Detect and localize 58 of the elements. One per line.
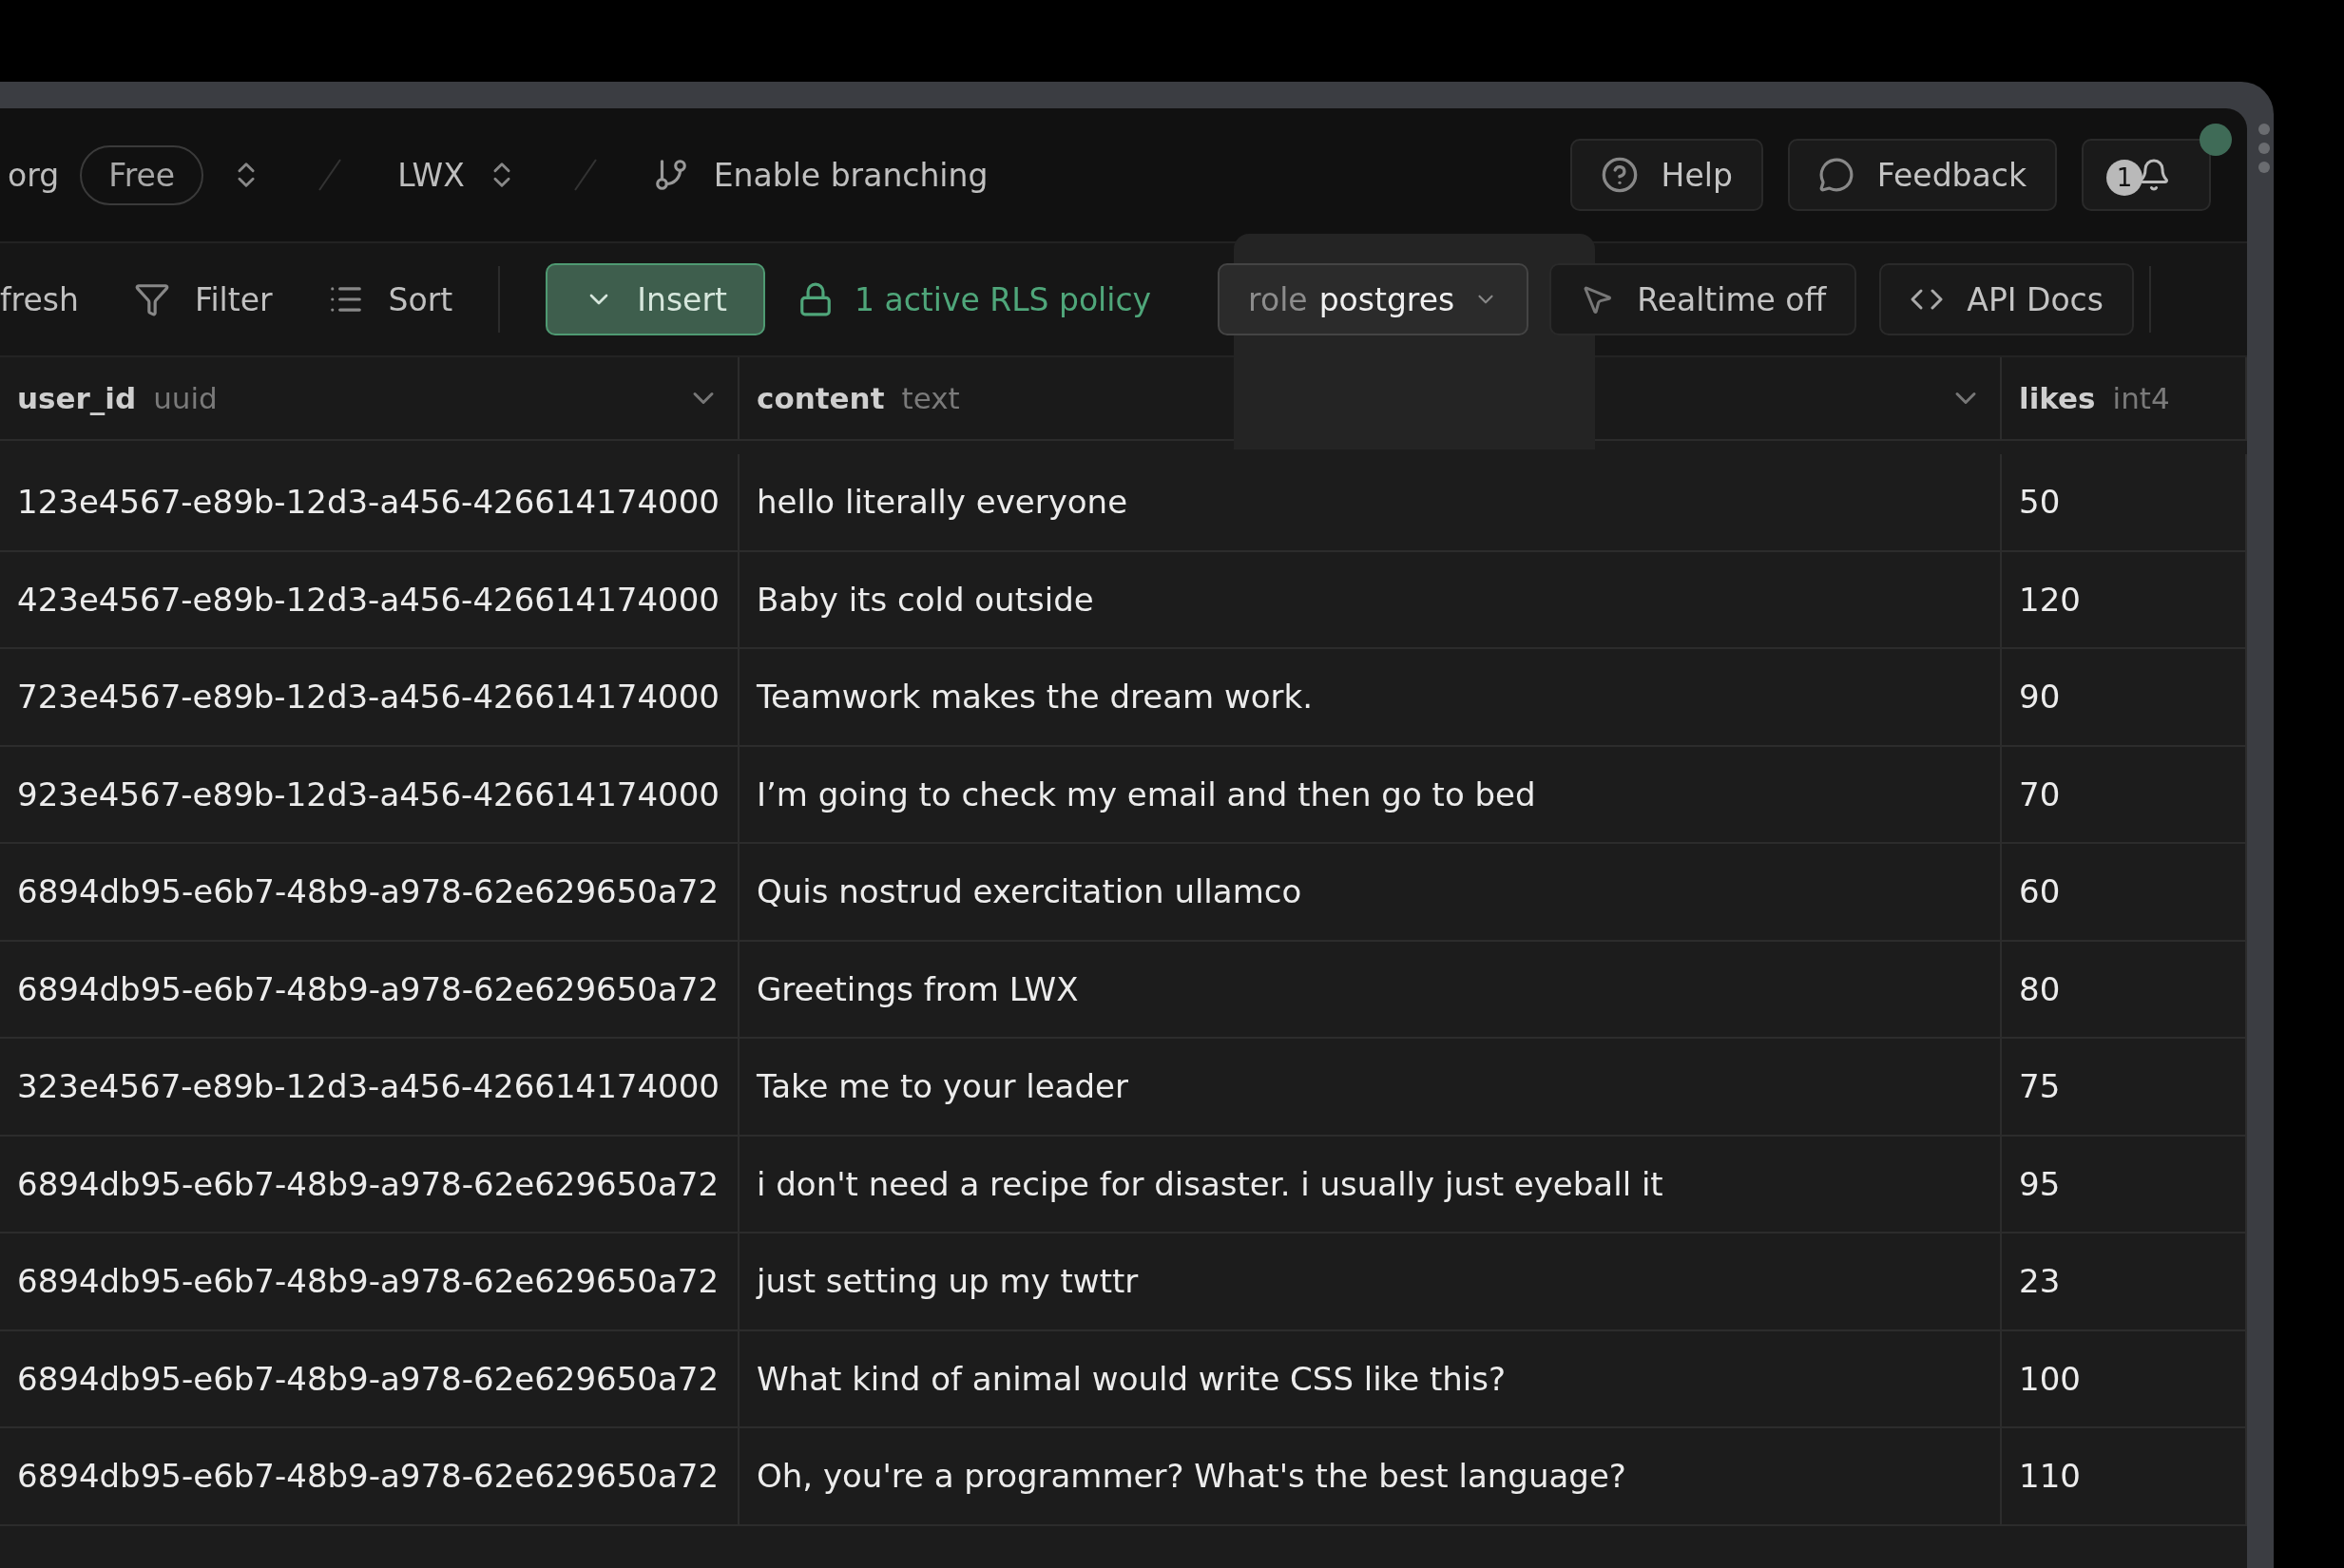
funnel-icon [133,281,170,317]
column-name: content [757,381,885,415]
column-name: likes [2019,381,2096,415]
enable-branching-button[interactable]: Enable branching [652,156,989,194]
column-type: uuid [153,381,218,415]
table-cell: 323e4567-e89b-12d3-a456-426614174000 [0,1039,740,1135]
table-cell: 6894db95-e6b7-48b9-a978-62e629650a72 [0,1428,740,1524]
table-cell: 6894db95-e6b7-48b9-a978-62e629650a72 [0,1136,740,1232]
speech-bubble-icon [1817,157,1854,193]
table-cell: 6894db95-e6b7-48b9-a978-62e629650a72 [0,1233,740,1329]
table-cell: 110 [2002,1428,2247,1524]
table-cell: 70 [2002,746,2247,842]
feedback-button[interactable]: Feedback [1787,139,2057,211]
table-cell: 90 [2002,649,2247,745]
sort-button[interactable]: Sort [327,280,453,318]
table-cell: 75 [2002,1039,2247,1135]
role-dropdown[interactable]: role postgres [1218,263,1529,335]
table-cell: 60 [2002,844,2247,940]
realtime-button[interactable]: Realtime off [1549,263,1857,335]
table-cell: Take me to your leader [740,1039,2002,1135]
table-cell: 6894db95-e6b7-48b9-a978-62e629650a72 [0,1330,740,1426]
column-name: user_id [17,381,137,415]
table-cell: 95 [2002,1136,2247,1232]
filter-button[interactable]: Filter [133,280,273,318]
column-type: int4 [2112,381,2170,415]
help-icon [1600,156,1639,194]
api-docs-button[interactable]: API Docs [1879,263,2134,335]
table-cell: just setting up my twttr [740,1233,2002,1329]
table-cell: Oh, you're a programmer? What's the best language? [740,1428,2002,1524]
column-type: text [901,381,960,415]
table-cell: I’m going to check my email and then go to bed [740,746,2002,842]
project-name[interactable]: LWX [397,156,465,194]
plan-badge: Free [80,144,204,205]
refresh-button[interactable]: fresh [0,280,79,318]
rls-policy-link[interactable]: 1 active RLS policy [797,280,1152,318]
table-cell: 23 [2002,1233,2247,1329]
notification-count: 1 [2106,160,2142,196]
help-button[interactable]: Help [1569,139,1763,211]
table-cell: Baby its cold outside [740,551,2002,647]
table-cell: 120 [2002,551,2247,647]
table-cell: 6894db95-e6b7-48b9-a978-62e629650a72 [0,844,740,940]
table-cell: Greetings from LWX [740,941,2002,1037]
table-cell: 723e4567-e89b-12d3-a456-426614174000 [0,649,740,745]
table-cell: Quis nostrud exercitation ullamco [740,844,2002,940]
table-cell: hello literally everyone [740,454,2002,550]
table-cell: 100 [2002,1330,2247,1426]
table-cell: 6894db95-e6b7-48b9-a978-62e629650a72 [0,941,740,1037]
table-cell: What kind of animal would write CSS like this? [740,1330,2002,1426]
table-cell: i don't need a recipe for disaster. i usually just eyeball it [740,1136,2002,1232]
table-cell: 423e4567-e89b-12d3-a456-426614174000 [0,551,740,647]
notifications-button[interactable]: 1 [2082,139,2211,211]
table-cell: 923e4567-e89b-12d3-a456-426614174000 [0,746,740,842]
table-cell: 50 [2002,454,2247,550]
table-cell: Teamwork makes the dream work. [740,649,2002,745]
table-cell: 80 [2002,941,2247,1037]
table-cell: 123e4567-e89b-12d3-a456-426614174000 [0,454,740,550]
insert-button[interactable]: Insert [546,263,765,335]
org-name: org [8,156,60,194]
